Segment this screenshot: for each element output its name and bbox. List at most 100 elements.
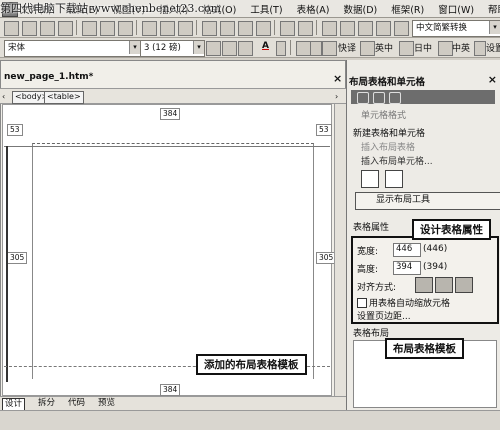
forward-icon[interactable]	[373, 92, 385, 104]
layout-template-callout: 布局表格模板	[385, 338, 464, 359]
chinese-english-button[interactable]: 中英	[452, 41, 470, 54]
chevron-down-icon[interactable]: ▾	[129, 41, 140, 54]
draw-cell-icon[interactable]	[385, 170, 403, 188]
table-width-label-bottom[interactable]: 384	[160, 384, 181, 396]
undo-icon[interactable]	[280, 21, 295, 36]
menu-frames[interactable]: 框架(R)	[391, 2, 424, 16]
align-left-icon[interactable]	[415, 277, 433, 293]
japanese-chinese-icon[interactable]	[399, 41, 414, 56]
chevron-down-icon[interactable]: ▾	[489, 21, 500, 34]
english-chinese-button[interactable]: 英中	[375, 41, 393, 54]
publish-icon[interactable]	[58, 21, 73, 36]
layer-icon[interactable]	[322, 21, 337, 36]
translate-icon[interactable]	[322, 41, 337, 56]
japanese-chinese-button[interactable]: 日中	[414, 41, 432, 54]
copy-icon[interactable]	[220, 21, 235, 36]
insert-web-component-icon[interactable]	[142, 21, 157, 36]
view-split-tab[interactable]: 拆分	[38, 398, 55, 409]
menu-data[interactable]: 数据(D)	[343, 2, 377, 16]
grid-icon[interactable]	[310, 41, 322, 56]
table-width-label[interactable]: 384	[160, 108, 181, 120]
chinese-english-icon[interactable]	[438, 41, 453, 56]
font-size-select[interactable]: 3 (12 磅) ▾	[140, 40, 205, 57]
align-center-icon[interactable]	[435, 277, 453, 293]
width-actual: (446)	[423, 244, 448, 254]
settings-button[interactable]: 设置	[486, 41, 500, 54]
show-all-icon[interactable]	[376, 21, 391, 36]
chinese-convert-label: 中文简繁转换	[416, 23, 468, 33]
chevron-down-icon[interactable]: ▾	[193, 41, 204, 54]
standard-toolbar: 中文简繁转换 ▾	[0, 18, 500, 38]
watermark: 第四代电脑下载站 www.chenbenet23.com	[0, 2, 222, 15]
save-icon[interactable]	[40, 21, 55, 36]
vertical-scrollbar[interactable]	[334, 104, 346, 396]
cell-formatting-link[interactable]: 单元格格式	[361, 108, 406, 121]
view-preview-tab[interactable]: 预览	[98, 398, 115, 409]
align-left-icon[interactable]	[222, 41, 237, 56]
quick-translate-button[interactable]: 快译	[338, 41, 356, 54]
bold-icon[interactable]	[206, 41, 221, 56]
paste-icon[interactable]	[238, 21, 253, 36]
close-icon[interactable]: ×	[333, 72, 342, 85]
added-template-callout: 添加的布局表格模板	[196, 354, 307, 375]
row-height-label[interactable]: 305	[7, 252, 28, 264]
chinese-convert-dropdown[interactable]: 中文简繁转换 ▾	[412, 20, 500, 37]
format-painter-icon[interactable]	[256, 21, 271, 36]
table-properties-title: 表格属性	[353, 223, 390, 233]
document-tab[interactable]: new_page_1.htm*	[4, 72, 93, 86]
align-center-icon[interactable]	[238, 41, 253, 56]
toolbar-divider	[196, 20, 197, 35]
autoscale-checkbox[interactable]	[357, 298, 367, 308]
row-height-label[interactable]: 53	[7, 124, 23, 136]
english-chinese-icon[interactable]	[360, 41, 375, 56]
width-field[interactable]: 446	[393, 243, 421, 257]
new-icon[interactable]	[4, 21, 19, 36]
show-layout-tool-button[interactable]: 显示布局工具	[355, 192, 500, 210]
layout-icon[interactable]	[296, 41, 311, 56]
insert-table-icon[interactable]	[160, 21, 175, 36]
width-label: 宽度:	[357, 247, 379, 257]
draw-table-icon[interactable]	[361, 170, 379, 188]
table-layout-title: 表格布局	[353, 329, 390, 339]
spelling-icon[interactable]	[118, 21, 133, 36]
open-icon[interactable]	[22, 21, 37, 36]
page-margin-link[interactable]: 设置页边距...	[357, 309, 411, 322]
font-name-select[interactable]: 宋体 ▾	[4, 40, 141, 57]
layout-table[interactable]	[32, 143, 314, 379]
autoscale-label: 用表格自动缩放元格	[369, 299, 451, 309]
close-icon[interactable]: ×	[488, 73, 497, 86]
chevron-left-icon[interactable]: ‹	[2, 92, 5, 101]
font-name-value: 宋体	[8, 43, 26, 53]
row-height-label[interactable]: 53	[316, 124, 332, 136]
menu-tools[interactable]: 工具(T)	[250, 2, 282, 16]
document-tab-title: new_page_1.htm*	[4, 72, 94, 82]
insert-layout-cell-link[interactable]: 插入布局单元格...	[361, 154, 433, 167]
back-icon[interactable]	[357, 92, 369, 104]
view-code-tab[interactable]: 代码	[68, 398, 85, 409]
print-icon[interactable]	[82, 21, 97, 36]
home-icon[interactable]	[389, 92, 401, 104]
pane-title-text: 布局表格和单元格	[349, 77, 426, 88]
align-right-icon[interactable]	[455, 277, 473, 293]
redo-icon[interactable]	[298, 21, 313, 36]
settings-icon[interactable]	[474, 41, 486, 56]
menu-table[interactable]: 表格(A)	[297, 2, 330, 16]
menu-help[interactable]: 帮助(H)	[488, 2, 500, 16]
toolbar-divider	[316, 20, 317, 35]
refresh-icon[interactable]	[358, 21, 373, 36]
preview-icon[interactable]	[100, 21, 115, 36]
hyperlink-icon[interactable]	[340, 21, 355, 36]
toolbar-divider	[76, 20, 77, 35]
font-color-button[interactable]: A	[262, 41, 269, 51]
insert-layout-table-link[interactable]: 插入布局表格	[361, 140, 415, 153]
insert-picture-icon[interactable]	[178, 21, 193, 36]
height-field[interactable]: 394	[393, 261, 421, 275]
tag-table[interactable]: <table>	[44, 91, 84, 104]
view-switcher: 设计 拆分 代码 预览	[0, 396, 346, 411]
help-icon[interactable]	[394, 21, 409, 36]
cut-icon[interactable]	[202, 21, 217, 36]
font-size-value: 3 (12 磅)	[144, 43, 181, 53]
chevron-right-icon[interactable]: ›	[335, 92, 338, 101]
menu-window[interactable]: 窗口(W)	[438, 2, 474, 16]
font-color-chevron-icon[interactable]	[276, 41, 286, 56]
